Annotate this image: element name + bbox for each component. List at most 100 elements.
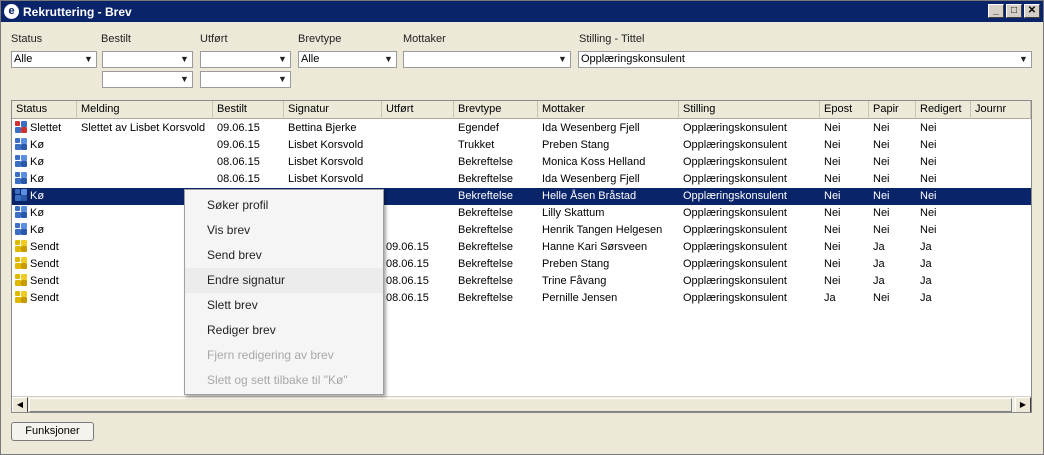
close-button[interactable]: ✕ <box>1024 4 1040 18</box>
cell-utfort: 08.06.15 <box>386 275 429 287</box>
chevron-down-icon[interactable]: ▼ <box>81 52 96 67</box>
column-header-brevtype[interactable]: Brevtype <box>454 101 538 119</box>
brevtype-dropdown[interactable]: Alle ▼ <box>298 51 397 68</box>
funksjoner-button[interactable]: Funksjoner <box>11 422 94 441</box>
cell-mottaker: Henrik Tangen Helgesen <box>542 224 663 236</box>
cell-status: Sendt <box>12 273 77 290</box>
stilling-dropdown[interactable]: Opplæringskonsulent ▼ <box>578 51 1032 68</box>
table-row[interactable]: Sendt 09.06.15 Bekreftelse Hanne Kari Sørsv… <box>12 239 1031 256</box>
cell-status: Kø <box>12 205 77 222</box>
cell-brevtype: Bekreftelse <box>458 241 514 253</box>
table-row[interactable]: Kø Bekreftelse Helle Åsen Bråstad Opplæring… <box>12 188 1031 205</box>
column-header-utfort[interactable]: Utført <box>382 101 454 119</box>
table-row[interactable]: Slettet Slettet av Lisbet Korsvold 09.06.1… <box>12 120 1031 137</box>
column-header-stilling[interactable]: Stilling <box>679 101 820 119</box>
letters-grid[interactable]: Status Melding Bestilt Signatur Utført Brevty… <box>11 100 1032 413</box>
table-row[interactable]: Kø 08.06.15 Lisbet Korsvold Bekreftelse Moni… <box>12 154 1031 171</box>
column-header-papir[interactable]: Papir <box>869 101 916 119</box>
bestilt-to-dropdown[interactable]: ▼ <box>102 71 193 88</box>
chevron-down-icon[interactable]: ▼ <box>555 52 570 67</box>
menu-item-1[interactable]: Søker profil <box>185 193 383 218</box>
scroll-right-icon[interactable]: ▶ <box>1015 397 1031 412</box>
cell-stilling: Opplæringskonsulent <box>683 224 787 236</box>
cell-signatur: Bettina Bjerke <box>288 122 357 134</box>
cell-redigert: Nei <box>920 207 937 219</box>
utfort-from-dropdown[interactable]: ▼ <box>200 51 291 68</box>
cell-melding <box>77 154 213 171</box>
column-header-signatur[interactable]: Signatur <box>284 101 382 119</box>
cell-brevtype: Bekreftelse <box>458 173 514 185</box>
menu-item-4[interactable]: Endre signatur <box>185 268 383 293</box>
cell-epost: Nei <box>824 258 841 270</box>
main-window: e Rekruttering - Brev _ □ ✕ Status Besti… <box>0 0 1044 455</box>
cell-mottaker: Preben Stang <box>542 139 610 151</box>
cell-redigert: Nei <box>920 139 937 151</box>
menu-item-2[interactable]: Vis brev <box>185 218 383 243</box>
chevron-down-icon[interactable]: ▼ <box>177 72 192 87</box>
filter-panel: Status Bestilt Utført Brevtype Mottaker … <box>1 23 1044 95</box>
cell-utfort <box>382 205 454 222</box>
menu-item-6[interactable]: Rediger brev <box>185 318 383 343</box>
menu-item-5[interactable]: Slett brev <box>185 293 383 318</box>
column-header-mottaker[interactable]: Mottaker <box>538 101 679 119</box>
scrollbar-thumb[interactable] <box>29 398 1012 412</box>
cell-utfort: 08.06.15 <box>386 258 429 270</box>
cell-status: Slettet <box>12 120 77 137</box>
cell-papir: Nei <box>873 156 890 168</box>
table-row[interactable]: Sendt 08.06.15 Bekreftelse Pernille Jensen O… <box>12 290 1031 307</box>
table-row[interactable]: Kø 08.06.15 Lisbet Korsvold Bekreftelse Ida … <box>12 171 1031 188</box>
utfort-to-dropdown[interactable]: ▼ <box>200 71 291 88</box>
cell-epost: Nei <box>824 190 841 202</box>
column-header-redigert[interactable]: Redigert <box>916 101 971 119</box>
table-row[interactable]: Kø 09.06.15 Lisbet Korsvold Trukket Preben S… <box>12 137 1031 154</box>
minimize-button[interactable]: _ <box>988 4 1004 18</box>
mottaker-dropdown[interactable]: ▼ <box>403 51 571 68</box>
cell-stilling: Opplæringskonsulent <box>683 241 787 253</box>
bestilt-from-dropdown[interactable]: ▼ <box>102 51 193 68</box>
cell-mottaker: Lilly Skattum <box>542 207 605 219</box>
column-header-status[interactable]: Status <box>12 101 77 119</box>
cell-redigert: Nei <box>920 122 937 134</box>
cell-status: Sendt <box>12 290 77 307</box>
status-text: Kø <box>30 224 45 236</box>
menu-item-3[interactable]: Send brev <box>185 243 383 268</box>
status-dropdown[interactable]: Alle ▼ <box>11 51 97 68</box>
chevron-down-icon[interactable]: ▼ <box>1016 52 1031 67</box>
cell-melding: Slettet av Lisbet Korsvold <box>81 122 206 134</box>
column-header-melding[interactable]: Melding <box>77 101 213 119</box>
cell-papir: Nei <box>873 173 890 185</box>
status-text: Slettet <box>30 122 62 134</box>
table-row[interactable]: Kø Bekreftelse Henrik Tangen Helgesen Opplæ… <box>12 222 1031 239</box>
cell-redigert: Nei <box>920 156 937 168</box>
status-text: Kø <box>30 207 45 219</box>
column-header-epost[interactable]: Epost <box>820 101 869 119</box>
chevron-down-icon[interactable]: ▼ <box>275 52 290 67</box>
cell-journr <box>971 290 1031 307</box>
table-row[interactable]: Sendt 08.06.15 Bekreftelse Preben Stang Oppl… <box>12 256 1031 273</box>
grid-header: Status Melding Bestilt Signatur Utført Brevty… <box>12 101 1031 119</box>
chevron-down-icon[interactable]: ▼ <box>381 52 396 67</box>
menu-item-8: Slett og sett tilbake til "Kø" <box>207 373 348 387</box>
sent-icon <box>15 257 27 269</box>
maximize-button[interactable]: □ <box>1006 4 1022 18</box>
column-header-bestilt[interactable]: Bestilt <box>213 101 284 119</box>
chevron-down-icon[interactable]: ▼ <box>177 52 192 67</box>
app-logo-icon: e <box>4 4 19 19</box>
queue-icon <box>15 223 27 235</box>
cell-melding <box>77 137 213 154</box>
horizontal-scrollbar[interactable]: ◀ ▶ <box>12 396 1031 412</box>
table-row[interactable]: Kø Bekreftelse Lilly Skattum Opplæringskons… <box>12 205 1031 222</box>
scroll-left-icon[interactable]: ◀ <box>12 397 28 412</box>
window-controls: _ □ ✕ <box>988 4 1040 18</box>
stilling-filter-label: Stilling - Tittel <box>579 33 645 45</box>
table-row[interactable]: Sendt 08.06.15 Bekreftelse Trine Fåvang Oppl… <box>12 273 1031 290</box>
status-text: Sendt <box>30 241 59 253</box>
column-header-journr[interactable]: Journr <box>971 101 1031 119</box>
status-text: Sendt <box>30 275 59 287</box>
chevron-down-icon[interactable]: ▼ <box>275 72 290 87</box>
cell-stilling: Opplæringskonsulent <box>683 207 787 219</box>
status-text: Kø <box>30 156 45 168</box>
cell-utfort <box>382 137 454 154</box>
title-bar[interactable]: e Rekruttering - Brev _ □ ✕ <box>1 1 1043 22</box>
cell-journr <box>971 120 1031 137</box>
